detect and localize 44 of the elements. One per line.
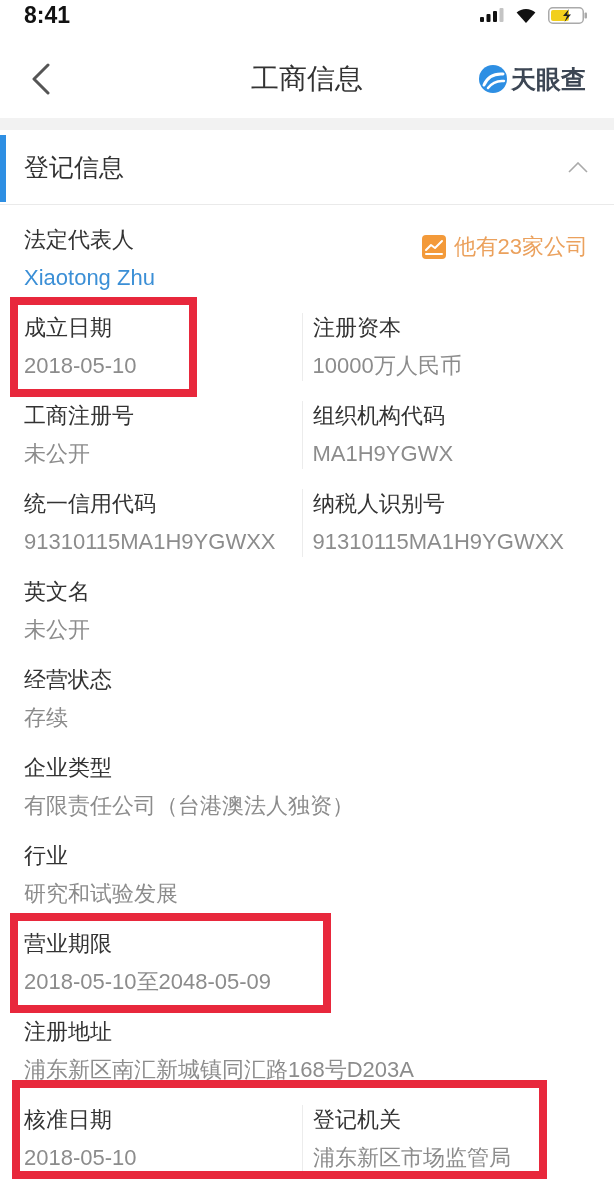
field-label: 英文名 bbox=[24, 578, 90, 606]
field-value: MA1H9YGWX bbox=[312, 440, 454, 468]
status-time: 8:41 bbox=[24, 1, 71, 30]
swirl-logo-icon bbox=[479, 65, 507, 93]
field-value: 研究和试验发展 bbox=[24, 880, 178, 908]
wifi-icon bbox=[516, 7, 536, 23]
field-label: 营业期限 bbox=[24, 930, 113, 958]
field-value: 2018-05-10 bbox=[24, 352, 137, 380]
field-value: 10000万人民币 bbox=[312, 352, 462, 380]
section-title: 登记信息 bbox=[24, 152, 125, 183]
companies-link[interactable]: 他有23家公司 bbox=[421, 233, 588, 261]
battery-charging-icon bbox=[548, 6, 588, 24]
field-label: 经营状态 bbox=[24, 666, 112, 694]
field-value: 2018-05-10 bbox=[24, 1144, 137, 1172]
field-label: 组织机构代码 bbox=[312, 402, 446, 430]
field-value: 浦东新区市场监管局 bbox=[312, 1144, 511, 1172]
back-chevron-icon bbox=[31, 63, 51, 95]
field-label: 法定代表人 bbox=[24, 226, 134, 254]
field-value: 91310115MA1H9YGWXX bbox=[24, 528, 276, 556]
field-label: 行业 bbox=[24, 842, 69, 870]
field-label: 登记机关 bbox=[312, 1106, 402, 1134]
page-title: 工商信息 bbox=[251, 62, 363, 96]
field-value: 存续 bbox=[24, 704, 69, 732]
field-value: 91310115MA1H9YGWXX bbox=[312, 528, 564, 556]
signal-bars-icon bbox=[480, 8, 504, 22]
accent-bar bbox=[0, 135, 6, 202]
field-value: 未公开 bbox=[24, 440, 91, 468]
field-value: 2018-05-10至2048-05-09 bbox=[24, 968, 272, 996]
field-label: 统一信用代码 bbox=[24, 490, 157, 518]
field-label: 核准日期 bbox=[24, 1106, 113, 1134]
field-label: 工商注册号 bbox=[24, 402, 134, 430]
field-label: 企业类型 bbox=[24, 754, 113, 782]
section-header[interactable]: 登记信息 bbox=[0, 130, 614, 205]
back-button[interactable] bbox=[31, 63, 51, 95]
brand-name: 天眼查 bbox=[511, 64, 586, 94]
field-label: 成立日期 bbox=[24, 314, 113, 342]
field-label: 注册地址 bbox=[24, 1018, 113, 1046]
field-value: 有限责任公司（台港澳法人独资） bbox=[24, 792, 354, 820]
field-value: 未公开 bbox=[24, 616, 90, 644]
field-value: 浦东新区南汇新城镇同汇路168号D203A bbox=[24, 1056, 414, 1084]
field-label: 纳税人识别号 bbox=[312, 490, 446, 518]
representative-name-link[interactable]: Xiaotong Zhu bbox=[24, 263, 155, 293]
line-chart-icon bbox=[421, 235, 446, 259]
field-label: 注册资本 bbox=[312, 314, 402, 342]
